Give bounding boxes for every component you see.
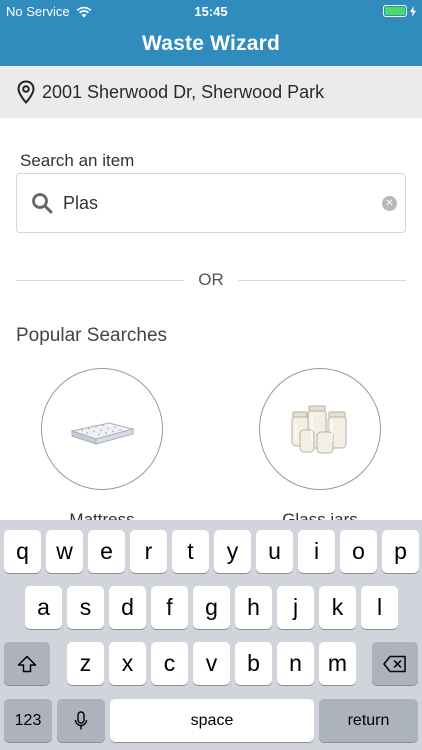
key-f[interactable]: f — [151, 586, 188, 629]
search-label: Search an item — [20, 151, 135, 170]
key-n[interactable]: n — [277, 642, 314, 685]
key-e[interactable]: e — [88, 530, 125, 573]
popular-item-mattress[interactable]: Mattress — [41, 368, 163, 529]
shift-key[interactable] — [4, 642, 50, 685]
key-d[interactable]: d — [109, 586, 146, 629]
key-i[interactable]: i — [298, 530, 335, 573]
battery-icon — [383, 5, 407, 17]
popular-item-glass-jars[interactable]: Glass jars — [259, 368, 381, 529]
key-v[interactable]: v — [193, 642, 230, 685]
key-m[interactable]: m — [319, 642, 356, 685]
or-divider: OR — [16, 268, 406, 292]
battery-indicator — [383, 5, 416, 17]
glass-jars-icon — [291, 405, 347, 454]
charging-bolt-icon — [410, 5, 416, 17]
clear-search-icon[interactable]: ✕ — [382, 196, 397, 211]
or-label: OR — [198, 270, 224, 289]
delete-key[interactable] — [372, 642, 418, 685]
search-icon — [32, 193, 53, 214]
key-p[interactable]: p — [382, 530, 419, 573]
key-h[interactable]: h — [235, 586, 272, 629]
navigation-bar: Waste Wizard — [0, 22, 422, 66]
location-pin-icon — [17, 80, 35, 104]
status-time: 15:45 — [194, 4, 228, 19]
mattress-image — [41, 368, 163, 490]
key-s[interactable]: s — [67, 586, 104, 629]
divider-line-left — [16, 279, 185, 281]
key-g[interactable]: g — [193, 586, 230, 629]
key-l[interactable]: l — [361, 586, 398, 629]
address-text: 2001 Sherwood Dr, Sherwood Park — [42, 81, 325, 102]
key-q[interactable]: q — [4, 530, 41, 573]
key-a[interactable]: a — [25, 586, 62, 629]
shift-icon — [17, 655, 37, 672]
key-w[interactable]: w — [46, 530, 83, 573]
backspace-icon — [383, 655, 406, 672]
key-r[interactable]: r — [130, 530, 167, 573]
status-bar: No Service 15:45 — [0, 0, 422, 22]
divider-line-right — [237, 279, 406, 281]
key-t[interactable]: t — [172, 530, 209, 573]
key-j[interactable]: j — [277, 586, 314, 629]
key-y[interactable]: y — [214, 530, 251, 573]
search-input[interactable] — [63, 192, 363, 214]
address-bar[interactable]: 2001 Sherwood Dr, Sherwood Park — [0, 66, 422, 118]
numbers-key[interactable]: 123 — [4, 699, 52, 742]
return-key[interactable]: return — [319, 699, 418, 742]
key-o[interactable]: o — [340, 530, 377, 573]
key-c[interactable]: c — [151, 642, 188, 685]
key-b[interactable]: b — [235, 642, 272, 685]
key-k[interactable]: k — [319, 586, 356, 629]
key-x[interactable]: x — [109, 642, 146, 685]
key-z[interactable]: z — [67, 642, 104, 685]
dictation-key[interactable] — [57, 699, 105, 742]
mattress-icon — [70, 422, 135, 445]
search-field[interactable]: ✕ — [16, 173, 406, 233]
app-title: Waste Wizard — [142, 32, 280, 55]
microphone-icon — [74, 710, 88, 729]
on-screen-keyboard: q w e r t y u i o p a s d f g h j k l z … — [0, 520, 422, 750]
popular-searches-title: Popular Searches — [16, 325, 168, 346]
glass-jars-image — [259, 368, 381, 490]
key-u[interactable]: u — [256, 530, 293, 573]
space-key[interactable]: space — [110, 699, 314, 742]
